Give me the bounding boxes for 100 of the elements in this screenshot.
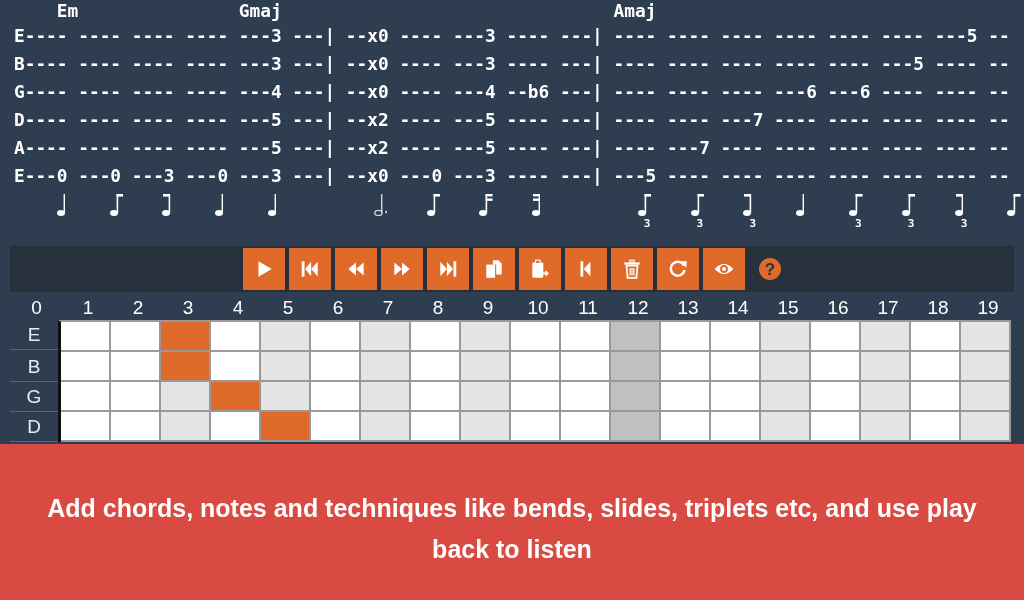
fret-cell[interactable] [511, 352, 561, 382]
fret-cell[interactable] [61, 412, 111, 442]
fret-cell[interactable] [761, 322, 811, 352]
fret-cell[interactable] [261, 352, 311, 382]
play-button[interactable] [243, 248, 285, 290]
fret-cell[interactable] [61, 382, 111, 412]
fret-number: 10 [526, 297, 550, 319]
fret-cell[interactable] [111, 412, 161, 442]
fret-cell[interactable] [461, 412, 511, 442]
fret-cell[interactable] [161, 382, 211, 412]
fast-forward-button[interactable] [381, 248, 423, 290]
paste-button[interactable] [519, 248, 561, 290]
quarter-note-icon [56, 194, 65, 216]
fret-cell[interactable] [211, 322, 261, 352]
fret-cell[interactable] [961, 322, 1011, 352]
fret-cell[interactable] [661, 352, 711, 382]
fret-cell[interactable] [61, 352, 111, 382]
fret-cell[interactable] [611, 352, 661, 382]
fret-cell[interactable] [311, 412, 361, 442]
eighth-note-icon [109, 194, 124, 216]
fret-cell[interactable] [111, 322, 161, 352]
tab-line: E---0 ---0 ---3 ---0 ---3 ---| --x0 ---0 ---3 ---- ---| ---5 ---- ---- ---- ---- ---- ---- -- [14, 164, 1010, 188]
fret-cell[interactable] [111, 352, 161, 382]
fret-cell[interactable] [861, 412, 911, 442]
fret-cell[interactable] [411, 412, 461, 442]
fret-cell[interactable] [561, 382, 611, 412]
fret-cell[interactable] [61, 322, 111, 352]
fret-number: 6 [331, 297, 345, 319]
fret-cell[interactable] [561, 352, 611, 382]
fret-cell[interactable] [861, 382, 911, 412]
fret-cell[interactable] [561, 322, 611, 352]
fret-cell[interactable] [411, 352, 461, 382]
fret-cell[interactable] [511, 412, 561, 442]
fret-cell[interactable] [961, 382, 1011, 412]
fret-cell[interactable] [661, 322, 711, 352]
fret-cell[interactable] [611, 322, 661, 352]
fret-number: 5 [281, 297, 295, 319]
fret-cell[interactable] [361, 352, 411, 382]
copy-button[interactable] [473, 248, 515, 290]
fret-cell[interactable] [411, 322, 461, 352]
fret-cell[interactable] [961, 412, 1011, 442]
fret-cell[interactable] [161, 352, 211, 382]
fret-cell[interactable] [361, 412, 411, 442]
fret-cell[interactable] [161, 412, 211, 442]
fret-cell[interactable] [761, 352, 811, 382]
fret-cell[interactable] [811, 412, 861, 442]
fret-cell[interactable] [711, 382, 761, 412]
fret-cell[interactable] [511, 322, 561, 352]
fret-cell[interactable] [661, 412, 711, 442]
refresh-button[interactable] [657, 248, 699, 290]
fret-number: 19 [976, 297, 1000, 319]
fret-cell[interactable] [811, 382, 861, 412]
fret-cell[interactable] [711, 322, 761, 352]
fret-cell[interactable] [661, 382, 711, 412]
fret-cell[interactable] [461, 382, 511, 412]
quarter-note-icon [796, 194, 805, 216]
fret-cell[interactable] [461, 352, 511, 382]
tab-line: E---- ---- ---- ---- ---3 ---| --x0 ---- ---3 ---- ---| ---- ---- ---- ---- ---- ---- ---5 -- [14, 24, 1010, 48]
fret-cell[interactable] [611, 412, 661, 442]
fret-cell[interactable] [861, 352, 911, 382]
fret-cell[interactable] [911, 412, 961, 442]
fret-cell[interactable] [611, 382, 661, 412]
fret-cell[interactable] [211, 412, 261, 442]
fret-cell[interactable] [261, 412, 311, 442]
fret-cell[interactable] [361, 382, 411, 412]
fret-cell[interactable] [911, 352, 961, 382]
fret-cell[interactable] [811, 322, 861, 352]
fret-cell[interactable] [461, 322, 511, 352]
fret-cell[interactable] [761, 412, 811, 442]
fret-cell[interactable] [511, 382, 561, 412]
fret-cell[interactable] [311, 322, 361, 352]
help-icon[interactable]: ? [759, 258, 781, 280]
fret-cell[interactable] [211, 352, 261, 382]
fret-cell[interactable] [211, 382, 261, 412]
trash-button[interactable] [611, 248, 653, 290]
string-label: B [10, 352, 58, 382]
fret-number: 15 [776, 297, 800, 319]
step-back-button[interactable] [565, 248, 607, 290]
fret-cell[interactable] [311, 382, 361, 412]
eye-button[interactable] [703, 248, 745, 290]
fret-cell[interactable] [261, 382, 311, 412]
fret-cell[interactable] [111, 382, 161, 412]
fret-cell[interactable] [261, 322, 311, 352]
fret-cell[interactable] [711, 412, 761, 442]
fret-cell[interactable] [911, 322, 961, 352]
fret-cell[interactable] [861, 322, 911, 352]
fret-cell[interactable] [811, 352, 861, 382]
fret-cell[interactable] [311, 352, 361, 382]
fret-cell[interactable] [161, 322, 211, 352]
fret-cell[interactable] [961, 352, 1011, 382]
fret-cell[interactable] [761, 382, 811, 412]
skip-back-button[interactable] [289, 248, 331, 290]
fret-cell[interactable] [561, 412, 611, 442]
fret-cell[interactable] [711, 352, 761, 382]
fret-cell[interactable] [911, 382, 961, 412]
fret-cell[interactable] [411, 382, 461, 412]
rewind-button[interactable] [335, 248, 377, 290]
skip-forward-button[interactable] [427, 248, 469, 290]
sixteenth-note-icon [532, 194, 541, 216]
fret-cell[interactable] [361, 322, 411, 352]
